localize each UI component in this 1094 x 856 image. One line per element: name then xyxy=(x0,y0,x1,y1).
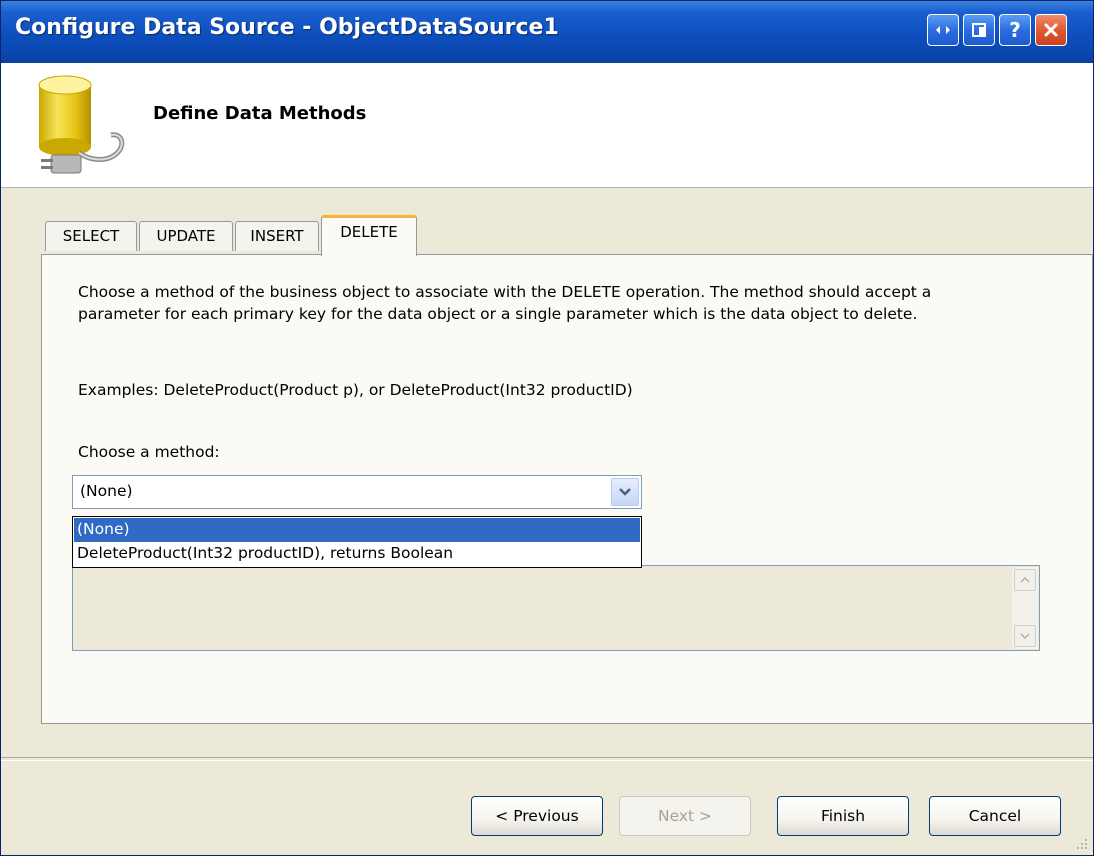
method-dropdown-list: (None) DeleteProduct(Int32 productID), r… xyxy=(72,516,642,568)
tab-update[interactable]: UPDATE xyxy=(139,221,233,251)
method-signature-textarea[interactable] xyxy=(72,565,1040,651)
help-icon[interactable]: ? xyxy=(999,14,1031,46)
description-text: Choose a method of the business object t… xyxy=(78,283,932,323)
previous-button[interactable]: < Previous xyxy=(471,796,603,836)
delete-tab-panel: Choose a method of the business object t… xyxy=(41,254,1093,724)
finish-button[interactable]: Finish xyxy=(777,796,909,836)
combo-value: (None) xyxy=(80,482,133,500)
maximize-icon[interactable] xyxy=(963,14,995,46)
tab-insert[interactable]: INSERT xyxy=(235,221,319,251)
finish-button-label: Finish xyxy=(820,807,866,825)
footer-separator xyxy=(1,757,1093,761)
chevron-down-icon[interactable] xyxy=(611,478,639,506)
tab-delete[interactable]: DELETE xyxy=(321,215,417,256)
header-title: Define Data Methods xyxy=(153,103,367,124)
window-title: Configure Data Source - ObjectDataSource… xyxy=(15,15,559,40)
dropdown-option-deleteproduct[interactable]: DeleteProduct(Int32 productID), returns … xyxy=(74,542,640,566)
tab-select[interactable]: SELECT xyxy=(45,221,137,251)
previous-button-label: < Previous xyxy=(495,807,579,825)
restore-icon[interactable] xyxy=(927,14,959,46)
database-plug-icon xyxy=(38,75,125,174)
vertical-scrollbar[interactable] xyxy=(1012,567,1038,649)
scroll-down-icon[interactable] xyxy=(1014,625,1036,647)
cancel-button-label: Cancel xyxy=(968,807,1022,825)
choose-method-label: Choose a method: xyxy=(78,443,220,461)
cancel-button[interactable]: Cancel xyxy=(929,796,1061,836)
title-bar[interactable]: Configure Data Source - ObjectDataSource… xyxy=(1,1,1093,63)
dropdown-option-none[interactable]: (None) xyxy=(74,518,640,542)
wizard-header: Define Data Methods xyxy=(1,63,1093,188)
configure-data-source-window: Configure Data Source - ObjectDataSource… xyxy=(0,0,1094,856)
scroll-up-icon[interactable] xyxy=(1014,569,1036,591)
examples-text: Examples: DeleteProduct(Product p), or D… xyxy=(78,381,633,399)
next-button-label: Next > xyxy=(657,807,713,825)
resize-grip-icon[interactable] xyxy=(1073,835,1089,851)
close-icon[interactable] xyxy=(1035,14,1067,46)
method-combobox[interactable]: (None) xyxy=(72,475,642,509)
next-button: Next > xyxy=(619,796,751,836)
